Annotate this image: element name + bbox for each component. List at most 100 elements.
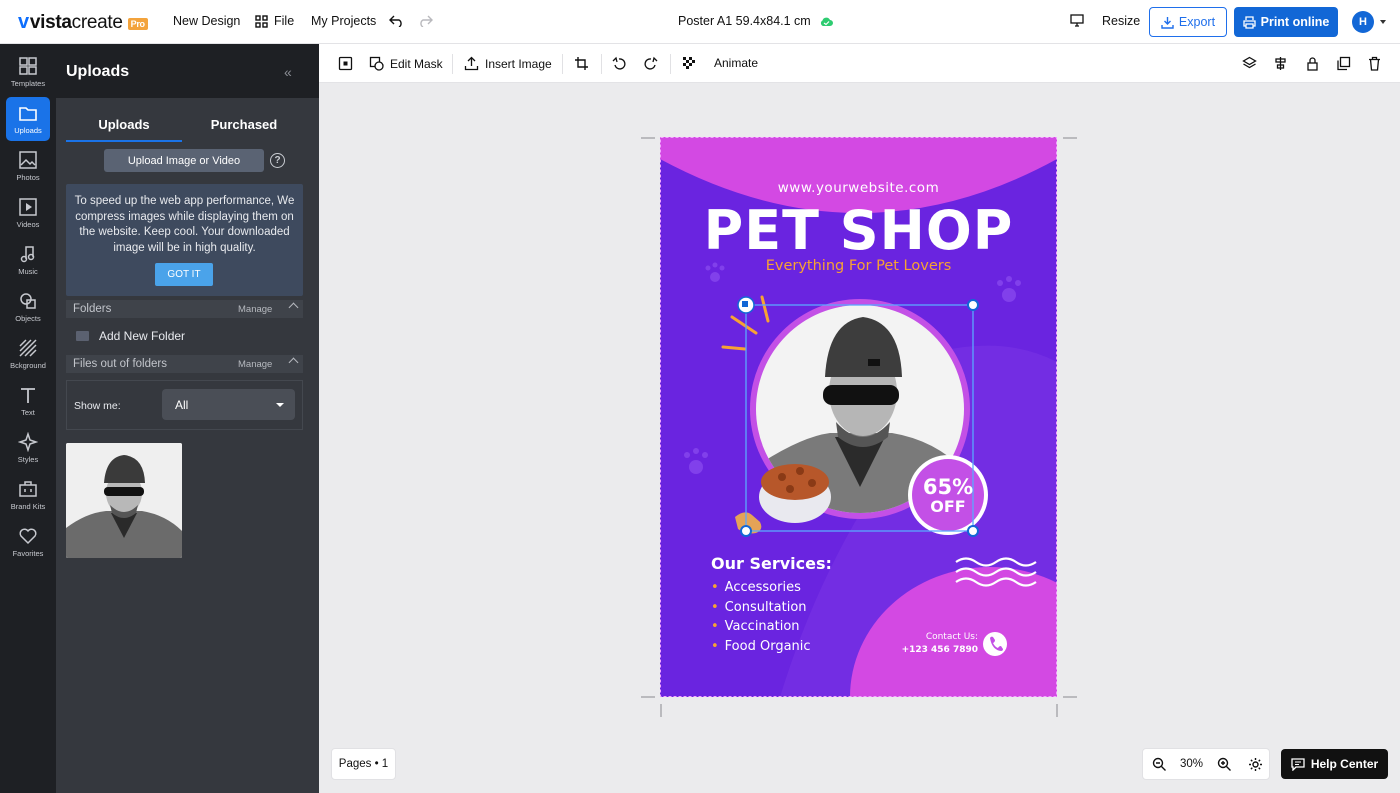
show-me-select[interactable]: All <box>162 389 295 420</box>
rail-label: Bckground <box>10 361 46 370</box>
layers-button[interactable] <box>1242 56 1257 71</box>
user-avatar[interactable]: H <box>1352 11 1374 33</box>
print-online-button[interactable]: Print online <box>1234 7 1338 37</box>
export-label: Export <box>1178 15 1216 29</box>
zoom-level[interactable]: 30% <box>1180 758 1203 770</box>
edit-mask-button[interactable]: Edit Mask <box>369 56 443 71</box>
rail-label: Photos <box>16 173 40 182</box>
zoom-in-icon[interactable] <box>1217 757 1232 772</box>
services-title: Our Services: <box>711 554 832 573</box>
undo-icon <box>389 15 402 27</box>
insert-image-label: Insert Image <box>485 56 552 71</box>
uploaded-image-thumbnail[interactable] <box>66 443 182 558</box>
notice-text: To speed up the web app performance, We … <box>74 195 295 254</box>
got-it-button[interactable]: GOT IT <box>155 263 213 286</box>
avatar-initial: H <box>1359 16 1367 28</box>
chevron-up-icon[interactable] <box>288 357 299 368</box>
resize-button[interactable]: Resize <box>1102 14 1140 28</box>
tab-uploads[interactable]: Uploads <box>66 108 182 142</box>
service-text: Food Organic <box>724 638 811 654</box>
pro-badge: Pro <box>127 17 148 30</box>
redo-button[interactable] <box>418 14 433 27</box>
got-it-label: GOT IT <box>167 269 201 280</box>
rail-item-uploads[interactable]: Uploads <box>6 97 50 141</box>
flip-horizontal-button[interactable] <box>612 56 627 71</box>
zoom-controls: 30% <box>1142 748 1270 780</box>
rail-item-music[interactable]: Music <box>6 238 50 282</box>
rail-item-videos[interactable]: Videos <box>6 191 50 235</box>
account-chevron-down-icon[interactable] <box>1380 20 1386 24</box>
new-design-button[interactable]: New Design <box>173 14 240 28</box>
download-icon <box>1161 16 1174 29</box>
rail-label: Text <box>21 408 35 417</box>
align-button[interactable] <box>1273 56 1288 71</box>
rail-label: Favorites <box>12 549 44 558</box>
styles-icon <box>18 432 38 452</box>
help-center-label: Help Center <box>1310 757 1379 771</box>
dropdown-arrow-icon <box>276 403 284 407</box>
file-menu[interactable]: File <box>255 14 294 28</box>
rail-item-templates[interactable]: Templates <box>6 50 50 94</box>
settings-gear-icon[interactable] <box>1248 757 1263 772</box>
files-out-section-header[interactable]: Files out of folders Manage <box>66 355 303 373</box>
redo-icon <box>420 15 433 27</box>
logo-mark-icon: v <box>18 11 29 33</box>
collapse-panel-icon[interactable]: « <box>284 64 292 80</box>
presentation-button[interactable] <box>1070 14 1084 27</box>
show-me-filter: Show me: All <box>66 380 303 430</box>
duplicate-button[interactable] <box>1336 56 1351 71</box>
uploads-icon <box>19 107 37 121</box>
grid-icon <box>255 14 268 28</box>
rail-item-favorites[interactable]: Favorites <box>6 520 50 564</box>
rail-item-objects[interactable]: Objects <box>6 285 50 329</box>
document-title[interactable]: Poster A1 59.4x84.1 cm <box>678 14 834 28</box>
edit-mask-label: Edit Mask <box>390 56 443 71</box>
services-list: • Accessories • Consultation • Vaccination … <box>711 580 811 658</box>
rail-item-background[interactable]: Bckground <box>6 332 50 376</box>
my-projects-link[interactable]: My Projects <box>311 14 376 28</box>
panel-title: Uploads <box>66 63 130 80</box>
flip-vertical-button[interactable] <box>643 56 658 71</box>
zoom-out-icon[interactable] <box>1152 757 1167 772</box>
new-design-label: New Design <box>173 14 241 28</box>
upload-image-button[interactable]: Upload Image or Video <box>104 149 264 172</box>
vistacreate-logo[interactable]: v vista create Pro <box>18 11 148 34</box>
fit-frame-icon <box>338 56 353 71</box>
rail-item-styles[interactable]: Styles <box>6 426 50 470</box>
rail-label: Brand Kits <box>10 502 46 511</box>
cloud-saved-icon <box>820 17 833 26</box>
tab-purchased-label: Purchased <box>210 116 278 132</box>
transparency-button[interactable] <box>682 56 697 71</box>
monitor-icon <box>1070 14 1084 27</box>
fit-button[interactable] <box>338 56 353 71</box>
logo-text: create <box>71 11 123 33</box>
uploads-panel: Uploads « Uploads Purchased Upload Image… <box>56 44 319 793</box>
delete-button[interactable] <box>1367 56 1382 71</box>
export-button[interactable]: Export <box>1149 7 1227 37</box>
folder-icon <box>76 331 89 341</box>
manage-files-link[interactable]: Manage <box>238 359 272 370</box>
rail-item-brand-kits[interactable]: Brand Kits <box>6 473 50 517</box>
my-projects-label: My Projects <box>311 14 377 28</box>
tab-purchased[interactable]: Purchased <box>186 108 302 140</box>
animate-button[interactable]: Animate <box>714 56 758 70</box>
insert-image-button[interactable]: Insert Image <box>464 56 552 71</box>
pet-shop-poster[interactable]: www.yourwebsite.com PET SHOP Everything … <box>660 137 1057 697</box>
discount-off: OFF <box>930 497 966 516</box>
crop-icon <box>575 57 588 70</box>
undo-button[interactable] <box>389 14 404 27</box>
help-center-button[interactable]: Help Center <box>1281 749 1388 779</box>
crop-button[interactable] <box>574 56 589 71</box>
toolbar-divider <box>670 54 671 74</box>
rail-item-text[interactable]: Text <box>6 379 50 423</box>
rail-item-photos[interactable]: Photos <box>6 144 50 188</box>
help-question-icon[interactable]: ? <box>270 153 285 168</box>
toolbar-divider <box>452 54 453 74</box>
lock-button[interactable] <box>1305 56 1320 71</box>
pages-button[interactable]: Pages • 1 <box>331 748 396 780</box>
manage-folders-link[interactable]: Manage <box>238 304 272 315</box>
photos-icon <box>19 151 37 169</box>
folders-section-header[interactable]: Folders Manage <box>66 300 303 318</box>
chevron-up-icon[interactable] <box>288 302 299 313</box>
add-new-folder-button[interactable]: Add New Folder <box>76 329 185 343</box>
